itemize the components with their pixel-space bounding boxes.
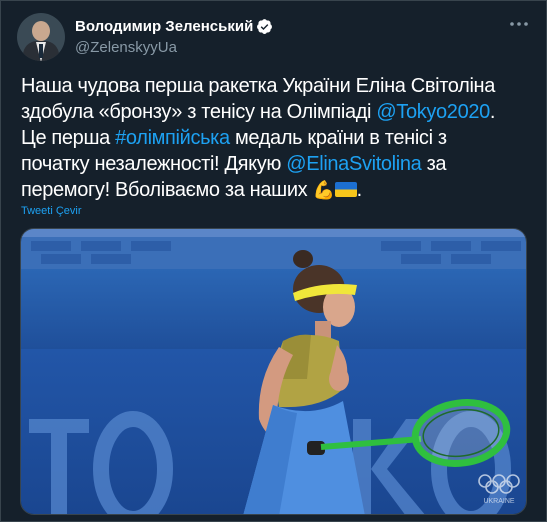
tweet-card[interactable]: Володимир Зеленський @ZelenskyyUa Наша ч…	[0, 0, 547, 522]
hashtag-olympic-link[interactable]: #олімпійська	[115, 127, 230, 149]
tweet-photo[interactable]: UKRAINE	[20, 228, 527, 515]
tweet-text-segment: Це перша	[21, 127, 116, 149]
tweet-text-segment: здобула «бронзу» з тенісу на Олімпіаді	[21, 101, 377, 123]
tweet-line-2: здобула «бронзу» з тенісу на Олімпіаді @…	[21, 99, 536, 125]
wall-upper	[21, 269, 526, 349]
player-hand	[329, 367, 349, 391]
tennis-player-photo: UKRAINE	[21, 229, 526, 514]
tweet-line-5: перемогу! Вболіваємо за наших 💪.	[21, 177, 536, 204]
more-options-icon[interactable]	[508, 17, 530, 31]
tweet-text-segment: початку незалежності! Дякую	[21, 153, 287, 175]
author-avatar[interactable]	[17, 13, 65, 61]
stands-top	[21, 229, 526, 237]
ukraine-team-label: UKRAINE	[483, 498, 514, 505]
avatar-tie	[39, 44, 43, 58]
tweet-text-segment: .	[356, 179, 363, 201]
hair-bun	[293, 250, 313, 268]
avatar-face	[32, 21, 50, 41]
author-name[interactable]: Володимир Зеленський	[75, 18, 253, 35]
tweet-text-segment: за	[421, 153, 447, 175]
author-name-row[interactable]: Володимир Зеленський	[75, 18, 273, 35]
tweet-line-4: початку незалежності! Дякую @ElinaSvitol…	[21, 151, 536, 177]
mention-svitolina-link[interactable]: @ElinaSvitolina	[286, 153, 421, 175]
author-handle[interactable]: @ZelenskyyUa	[75, 39, 177, 56]
tweet-text-segment: перемогу! Вболіваємо за наших	[21, 179, 313, 201]
ukraine-flag-emoji-icon	[334, 182, 357, 197]
verified-badge-icon	[257, 19, 273, 34]
tweet-text: Наша чудова перша ракетка України Еліна …	[21, 73, 536, 204]
flexed-biceps-emoji-icon: 💪	[312, 180, 335, 201]
tweet-line-3: Це перша #олімпійська медаль країни в те…	[21, 125, 536, 151]
tweet-line-1: Наша чудова перша ракетка України Еліна …	[21, 75, 496, 97]
tweet-text-segment: .	[489, 101, 496, 123]
translate-tweet-link[interactable]: Tweeti Çevir	[21, 205, 82, 217]
tweet-text-segment: медаль країни в тенісі з	[229, 127, 447, 149]
mention-tokyo2020-link[interactable]: @Tokyo2020	[376, 101, 490, 123]
